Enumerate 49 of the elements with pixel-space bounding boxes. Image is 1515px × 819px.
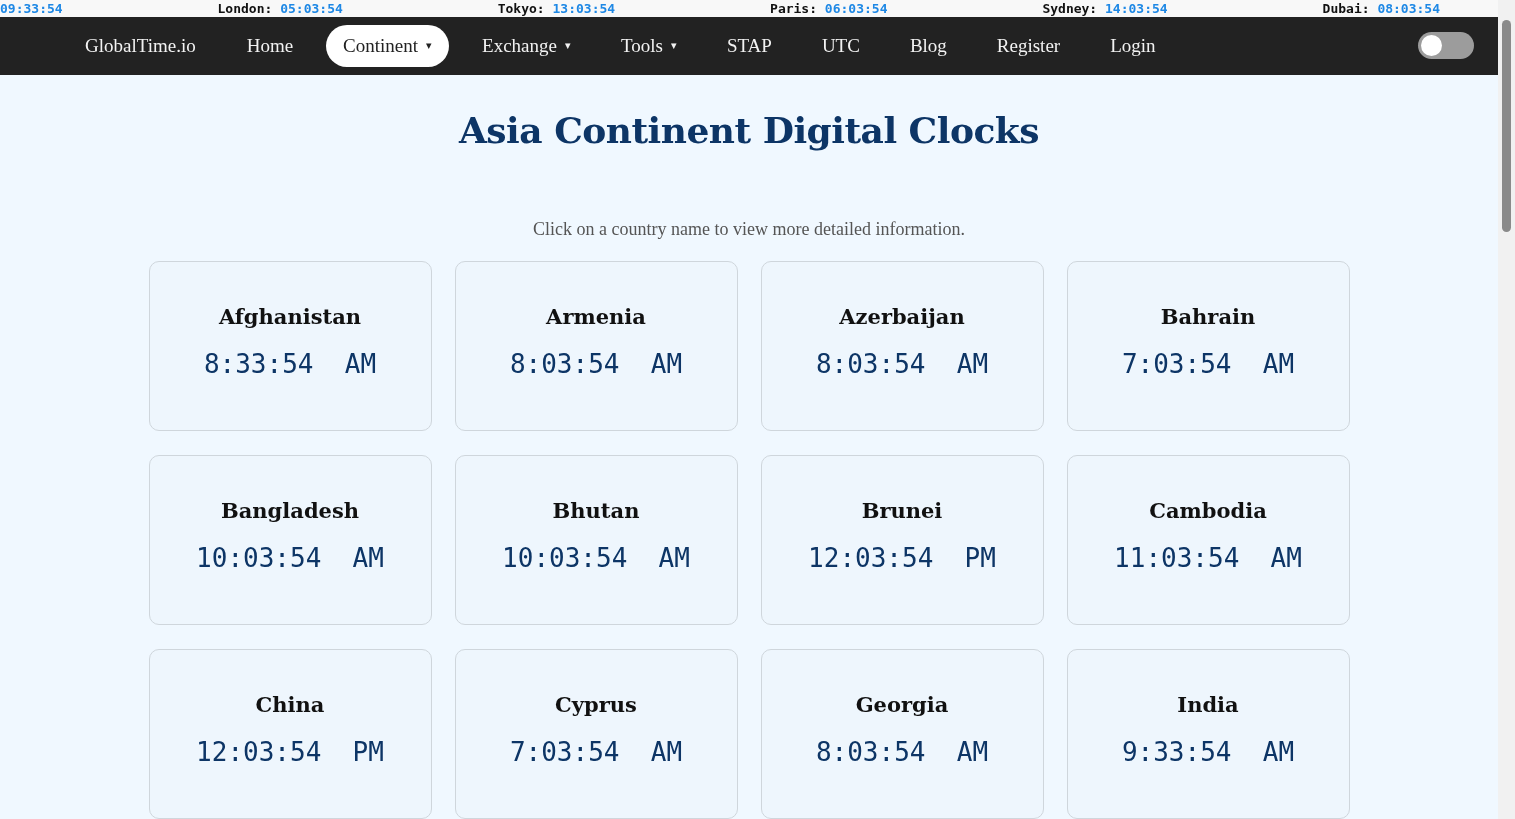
country-link[interactable]: Azerbaijan [839, 304, 965, 329]
theme-toggle[interactable] [1418, 32, 1474, 60]
city-time: 05:03:54 [280, 0, 343, 16]
scrollbar[interactable] [1498, 0, 1515, 819]
country-link[interactable]: China [255, 692, 325, 717]
country-link[interactable]: Bangladesh [221, 498, 359, 523]
clock-time: 10:03:54 AM [196, 543, 384, 573]
clock-time: 7:03:54 AM [1121, 349, 1295, 379]
city-label: Sydney: [1042, 0, 1099, 16]
clock-time: 10:03:54 AM [502, 543, 690, 573]
city-label: Dubai: [1322, 0, 1371, 16]
nav-link[interactable]: Register [979, 24, 1078, 67]
nav-link[interactable]: Login [1093, 24, 1173, 67]
country-link[interactable]: India [1177, 692, 1239, 717]
nav-link[interactable]: STAP [709, 24, 789, 67]
country-link[interactable]: Cyprus [555, 692, 637, 717]
clock-time: 9:33:54 AM [1121, 737, 1295, 767]
clock-time: 11:03:54 AM [1114, 543, 1302, 573]
country-link[interactable]: Georgia [855, 692, 949, 717]
city-label: London: [217, 0, 274, 16]
nav-link[interactable]: Exchange ▾ [465, 24, 588, 67]
city-time: 14:03:54 [1105, 0, 1168, 16]
nav-link[interactable]: Continent ▾ [326, 24, 450, 67]
clock-time: 7:03:54 AM [509, 737, 683, 767]
nav-link[interactable]: Blog [892, 24, 964, 67]
clock-time: 8:03:54 AM [509, 349, 683, 379]
city-time: 13:03:54 [552, 0, 616, 16]
clock-time: 12:03:54 PM [808, 543, 996, 573]
clock-time: 8:33:54 AM [203, 349, 377, 379]
country-link[interactable]: Brunei [861, 498, 943, 523]
nav-link[interactable]: Home [229, 24, 311, 67]
city-time: 06:03:54 [824, 0, 888, 16]
city-label: Tokyo: [497, 0, 546, 16]
country-link[interactable]: Bahrain [1160, 304, 1256, 329]
nav-link[interactable]: UTC [804, 24, 877, 67]
country-link[interactable]: Armenia [546, 304, 646, 329]
city-time: 08:03:54 [1377, 0, 1440, 16]
country-link[interactable]: Afghanistan [218, 304, 362, 329]
city-label: Paris: [770, 0, 819, 16]
clock-time: 8:03:54 AM [815, 349, 989, 379]
page-title: Asia Continent Digital Clocks [458, 109, 1040, 151]
country-link[interactable]: Bhutan [552, 498, 640, 523]
clock-time: 8:03:54 AM [815, 737, 989, 767]
city-time: 09:33:54 [0, 0, 63, 16]
clock-time: 12:03:54 PM [196, 737, 384, 767]
instruction-text: Click on a country name to view more detailed information. [533, 219, 965, 240]
site-logo[interactable]: GlobalTime.io [85, 34, 196, 57]
country-link[interactable]: Cambodia [1149, 498, 1267, 523]
nav-link[interactable]: Tools ▾ [603, 24, 694, 67]
